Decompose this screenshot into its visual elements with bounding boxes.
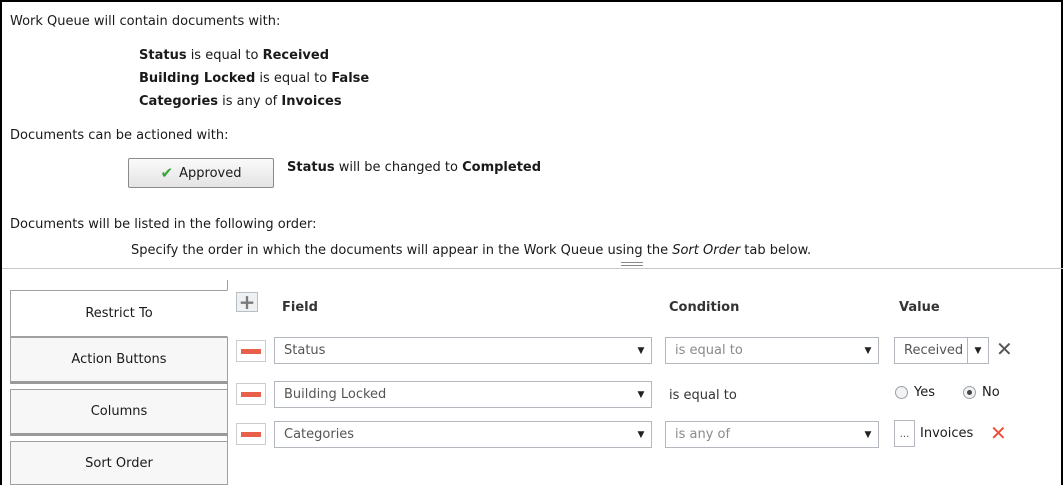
selected-value-invoices: Invoices [920, 426, 974, 441]
chevron-down-icon: ▼ [967, 338, 988, 363]
tab-strip: Restrict To Action Buttons Columns Sort … [2, 280, 228, 485]
approved-action-button[interactable]: ✔ Approved [128, 158, 274, 188]
field-select[interactable]: Categories ▼ [274, 421, 652, 448]
action-result: Status will be changed to Completed [287, 159, 541, 176]
field-select[interactable]: Building Locked ▼ [274, 381, 652, 408]
field-select-value: Building Locked [284, 387, 387, 402]
remove-condition-button[interactable] [236, 340, 266, 362]
radio-no[interactable]: No [963, 385, 1000, 400]
add-condition-button[interactable]: + [236, 292, 258, 312]
condition-select[interactable]: is equal to ▼ [665, 337, 879, 364]
condition-select-value: is equal to [675, 343, 743, 358]
plus-icon: + [238, 290, 256, 314]
criteria-op: is equal to [186, 48, 263, 63]
criteria-value: Invoices [281, 94, 342, 109]
minus-icon [241, 348, 261, 354]
browse-values-button[interactable]: ... [894, 420, 915, 447]
order-note: Specify the order in which the documents… [131, 242, 811, 259]
criteria-field: Status [139, 48, 187, 63]
remove-condition-button[interactable] [236, 423, 266, 445]
condition-text: is equal to [669, 388, 737, 403]
action-result-field: Status [287, 160, 335, 175]
criteria-field: Building Locked [139, 71, 256, 86]
work-queue-summary: Work Queue will contain documents with: … [0, 0, 1063, 268]
radio-no-label: No [982, 385, 1000, 400]
chevron-down-icon: ▼ [864, 345, 872, 356]
chevron-down-icon: ▼ [637, 389, 645, 400]
browse-values-label: ... [899, 429, 910, 440]
approved-action-label: Approved [179, 165, 242, 181]
tab-columns[interactable]: Columns [10, 389, 228, 436]
check-icon: ✔ [160, 164, 174, 182]
criteria-value: Received [262, 48, 330, 63]
action-result-op: will be changed to [334, 160, 463, 175]
condition-select-value: is any of [675, 427, 731, 442]
tab-label: Sort Order [85, 455, 153, 471]
minus-icon [241, 431, 261, 437]
criteria-op: is equal to [255, 71, 332, 86]
field-column-header: Field [282, 300, 318, 315]
criteria-line: Building Locked is equal to False [139, 70, 369, 87]
chevron-down-icon: ▼ [864, 429, 872, 440]
radio-yes[interactable]: Yes [895, 385, 935, 400]
tab-label: Action Buttons [71, 352, 167, 367]
chevron-down-icon: ▼ [637, 429, 645, 440]
order-note-text: Specify the order in which the documents… [131, 243, 673, 258]
tab-sort-order[interactable]: Sort Order [10, 441, 228, 485]
value-select[interactable]: Received ▼ [894, 337, 989, 364]
radio-yes-label: Yes [914, 385, 935, 400]
chevron-down-icon: ▼ [637, 345, 645, 356]
value-select-value: Received [904, 343, 964, 358]
criteria-line: Status is equal to Received [139, 47, 329, 64]
minus-icon [241, 391, 261, 397]
close-icon[interactable]: ✕ [996, 339, 1013, 359]
radio-button-icon [895, 386, 908, 399]
condition-column-header: Condition [669, 300, 740, 315]
action-result-value: Completed [462, 160, 542, 175]
field-select-value: Categories [284, 427, 355, 442]
criteria-op: is any of [218, 94, 282, 109]
radio-button-icon [963, 386, 976, 399]
tab-label: Columns [90, 404, 148, 419]
order-note-emphasis: Sort Order [672, 243, 741, 258]
order-note-text: tab below. [740, 243, 812, 258]
tab-label: Restrict To [85, 306, 153, 321]
field-select-value: Status [284, 343, 326, 358]
condition-select[interactable]: is any of ▼ [665, 421, 879, 448]
remove-condition-button[interactable] [236, 383, 266, 405]
tab-restrict-to[interactable]: Restrict To [10, 290, 228, 337]
panel-divider [2, 268, 1063, 269]
value-column-header: Value [899, 300, 940, 315]
tab-action-buttons[interactable]: Action Buttons [10, 337, 228, 384]
delete-icon[interactable]: ✕ [990, 423, 1007, 443]
contain-heading: Work Queue will contain documents with: [10, 14, 281, 29]
field-select[interactable]: Status ▼ [274, 337, 652, 364]
criteria-line: Categories is any of Invoices [139, 93, 342, 110]
criteria-field: Categories [139, 94, 219, 109]
order-heading: Documents will be listed in the followin… [10, 217, 317, 232]
criteria-value: False [331, 71, 370, 86]
action-heading: Documents can be actioned with: [10, 128, 229, 143]
